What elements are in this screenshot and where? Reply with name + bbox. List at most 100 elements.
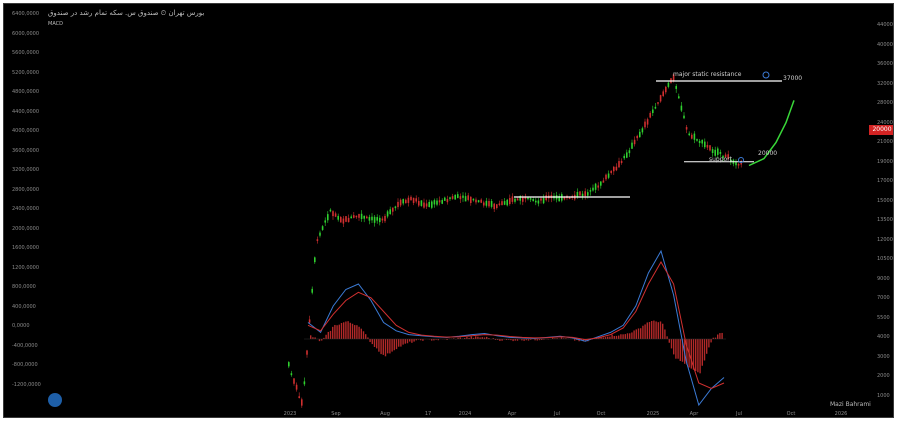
macd-hist-bar [653, 320, 655, 339]
macd-hist-bar [387, 339, 389, 354]
indicator-label: MACD [48, 21, 63, 27]
macd-hist-bar [402, 339, 404, 345]
candle [639, 131, 641, 138]
macd-hist-bar [349, 322, 351, 339]
candle [493, 203, 495, 210]
x-axis-tick: Oct [786, 411, 796, 417]
candle [353, 215, 355, 218]
candles [288, 73, 742, 408]
candle [347, 217, 350, 223]
macd-hist-bar [657, 322, 659, 339]
candle [576, 191, 579, 197]
macd-hist-bar [642, 325, 644, 339]
x-axis-tick: Jul [735, 411, 743, 417]
candle [402, 199, 404, 204]
macd-hist-bar [635, 329, 637, 339]
last-price-tag: 20000 [869, 125, 893, 135]
macd-hist-bar [697, 339, 699, 373]
left-axis-tick: 2800,0000 [12, 186, 40, 193]
chart-canvas [288, 71, 795, 408]
macd-hist-bar [486, 336, 488, 339]
candle [592, 187, 594, 191]
macd-hist-bar [470, 336, 472, 339]
macd-hist-bar [679, 339, 681, 361]
macd-hist-bar [626, 333, 629, 339]
candle [678, 96, 680, 99]
macd-hist-bar [640, 328, 642, 339]
macd-hist-bar [358, 326, 360, 339]
candle [454, 194, 456, 200]
macd-hist-bar [604, 337, 607, 339]
left-axis-tick: 5200,0000 [12, 69, 40, 76]
macd-hist-bar [631, 332, 633, 339]
candle [628, 150, 631, 154]
right-axis-tick: 28000 [877, 100, 893, 106]
resistance-value: 37000 [783, 75, 803, 82]
candle [290, 373, 293, 376]
macd-hist-bar [710, 339, 712, 343]
candle [498, 203, 501, 205]
candle [480, 199, 482, 203]
candle [384, 215, 386, 222]
candle [706, 144, 709, 148]
candle [701, 139, 703, 144]
macd-hist-bar [406, 339, 409, 344]
candle [405, 199, 407, 204]
candle [540, 198, 542, 201]
right-axis-tick: 9000 [877, 275, 890, 282]
tradingview-logo[interactable] [48, 393, 62, 407]
candle [306, 350, 308, 355]
x-axis-tick: 2026 [834, 411, 848, 417]
candle [295, 384, 298, 390]
candle [514, 198, 516, 202]
left-axis-tick: 2000,0000 [12, 225, 40, 232]
candle [631, 142, 633, 149]
candle [680, 105, 683, 111]
left-axis-tick: 800,0000 [12, 284, 36, 290]
candle [675, 86, 677, 89]
macd-hist-bar [404, 339, 406, 344]
macd-hist-bar [413, 339, 415, 342]
candle [392, 207, 394, 212]
candle [584, 191, 586, 197]
candle [324, 220, 326, 223]
candle [623, 155, 625, 159]
left-axis-tick: 0,0000 [12, 323, 30, 329]
right-axis-tick: 12000 [877, 236, 893, 243]
candle [545, 195, 547, 201]
right-axis-tick: 10500 [877, 256, 893, 262]
macd-hist-bar [325, 334, 327, 339]
candle [316, 239, 319, 241]
x-axis-tick: Aug [380, 411, 390, 417]
candle [332, 211, 334, 217]
candle [342, 218, 345, 224]
candle [319, 232, 321, 236]
macd-hist-bar [351, 323, 354, 339]
macd-hist-bar [338, 324, 340, 339]
candle [451, 196, 454, 199]
x-axis-tick: 2024 [458, 411, 472, 417]
candle [373, 216, 376, 223]
candle [740, 162, 742, 165]
candle [397, 201, 399, 208]
macd-hist-bar [395, 339, 398, 350]
candle [605, 174, 607, 180]
candle [535, 200, 537, 203]
macd-hist-bar [365, 334, 367, 339]
macd-line [307, 249, 725, 407]
candle [488, 200, 490, 207]
candle [683, 115, 685, 119]
macd-hist-bar [668, 339, 670, 343]
candle [636, 135, 638, 139]
candle [506, 199, 508, 206]
macd-hist-bar [369, 339, 371, 342]
macd-hist-bar [400, 339, 402, 347]
right-axis-tick: 44000 [877, 22, 893, 28]
macd-hist-bar [624, 334, 626, 339]
candle [490, 201, 493, 207]
candle [693, 133, 696, 140]
macd-hist-bar [312, 337, 314, 339]
candle [423, 202, 425, 208]
macd-hist-bar [354, 325, 356, 339]
right-axis-tick: 36000 [877, 61, 893, 67]
